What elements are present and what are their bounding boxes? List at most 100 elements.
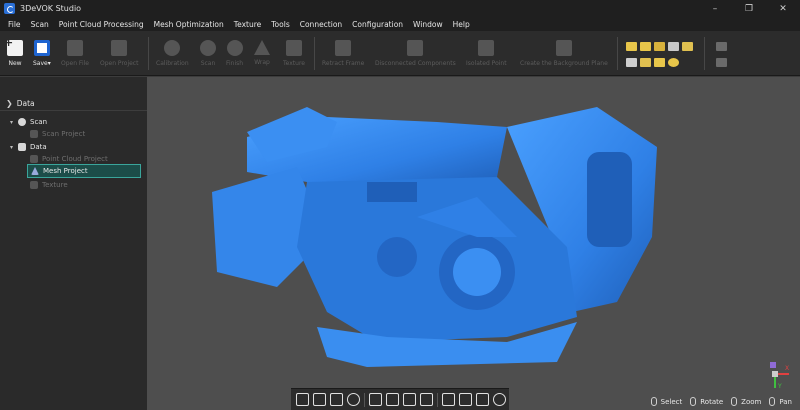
tree-item-scan[interactable]: ▾ Scan xyxy=(10,116,47,128)
menu-mesh-optimization[interactable]: Mesh Optimization xyxy=(150,20,228,29)
tree-item-mesh-project[interactable]: Mesh Project xyxy=(27,164,141,178)
toolbar-separator xyxy=(617,37,618,70)
tree-item-label: Data xyxy=(30,143,47,151)
visibility-icon[interactable] xyxy=(347,393,360,406)
tree-item-label: Scan xyxy=(30,118,48,126)
menu-file[interactable]: File xyxy=(4,20,25,29)
circle-select-icon[interactable] xyxy=(493,393,506,406)
disconnected-components-button[interactable]: Disconnected Components xyxy=(375,40,456,67)
lasso-select-icon[interactable] xyxy=(442,393,455,406)
restore-button[interactable]: ❐ xyxy=(732,0,766,17)
hint-pan: Pan xyxy=(779,397,792,406)
display-mode-8-icon[interactable] xyxy=(654,58,665,67)
tree-expand-icon[interactable]: ▾ xyxy=(10,144,18,151)
users-settings-icon[interactable] xyxy=(716,58,727,67)
display-mode-7-icon[interactable] xyxy=(640,58,651,67)
open-project-button[interactable]: Open Project xyxy=(100,40,138,67)
calibration-label: Calibration xyxy=(156,60,189,67)
minimize-button[interactable]: – xyxy=(698,0,732,17)
wrap-label: Wrap xyxy=(254,59,270,66)
scan-button[interactable]: Scan xyxy=(200,40,216,67)
invert-selection-icon[interactable] xyxy=(386,393,399,406)
new-file-icon xyxy=(4,36,23,56)
tree-item-label: Mesh Project xyxy=(43,167,88,175)
display-points-icon[interactable] xyxy=(626,42,637,51)
divider xyxy=(364,392,365,407)
tree-item-texture[interactable]: Texture xyxy=(30,179,68,191)
menu-window[interactable]: Window xyxy=(409,20,447,29)
hint-select: Select xyxy=(660,397,683,406)
menu-scan[interactable]: Scan xyxy=(27,20,53,29)
menu-help[interactable]: Help xyxy=(449,20,474,29)
menu-configuration[interactable]: Configuration xyxy=(348,20,407,29)
wrap-button[interactable]: Wrap xyxy=(254,40,270,66)
tree-item-label: Texture xyxy=(42,181,68,189)
display-solid-icon[interactable] xyxy=(654,42,665,51)
tree-item-scan-project[interactable]: Scan Project xyxy=(30,128,85,140)
3d-viewport[interactable]: X Y Select Rotate Zoom Pan xyxy=(147,77,800,410)
display-mode-6-icon[interactable] xyxy=(626,58,637,67)
tree-item-data[interactable]: ▾ Data xyxy=(10,141,47,153)
tree-expand-icon[interactable]: ▾ xyxy=(10,119,18,126)
save-button[interactable]: Save▾ xyxy=(33,40,51,67)
calibration-button[interactable]: Calibration xyxy=(156,40,189,67)
select-all-icon[interactable] xyxy=(369,393,382,406)
disconnected-components-icon xyxy=(407,40,424,56)
divider xyxy=(0,110,147,111)
texture-button[interactable]: Texture xyxy=(283,40,305,67)
finish-button[interactable]: Finish xyxy=(226,40,243,67)
isolated-point-label: Isolated Point xyxy=(466,60,507,67)
retract-frame-button[interactable]: Retract Frame xyxy=(322,40,364,67)
wrap-icon xyxy=(254,40,270,55)
play-icon xyxy=(200,40,216,56)
data-panel-title: Data xyxy=(16,99,35,108)
menu-tools[interactable]: Tools xyxy=(267,20,293,29)
mouse-wheel-icon xyxy=(731,397,738,406)
menu-texture[interactable]: Texture xyxy=(230,20,265,29)
open-file-button[interactable]: Open File xyxy=(61,40,89,67)
polygon-select-icon[interactable] xyxy=(476,393,489,406)
toolbar-separator xyxy=(704,37,705,70)
mouse-left-icon xyxy=(650,397,657,406)
chevron-down-icon: ❯ xyxy=(6,99,13,108)
new-label: New xyxy=(8,60,22,67)
display-texture-icon[interactable] xyxy=(682,42,693,51)
brush-select-icon[interactable] xyxy=(459,393,472,406)
create-background-plane-label: Create the Background Plane xyxy=(520,60,608,67)
toolbar-separator xyxy=(148,37,149,70)
calibration-icon xyxy=(164,40,181,56)
menu-connection[interactable]: Connection xyxy=(296,20,346,29)
hint-zoom: Zoom xyxy=(741,397,762,406)
display-mode-9-icon[interactable] xyxy=(668,58,679,67)
scan-label: Scan xyxy=(200,60,216,67)
focus-icon[interactable] xyxy=(313,393,326,406)
axis-y-label: Y xyxy=(777,383,782,390)
title-bar: 3DeVOK Studio – ❐ ✕ xyxy=(0,0,800,17)
display-wireframe-icon[interactable] xyxy=(640,42,651,51)
texture-icon xyxy=(30,181,38,189)
data-panel-header[interactable]: ❯ Data xyxy=(0,97,147,110)
open-file-label: Open File xyxy=(61,60,89,67)
delete-icon[interactable] xyxy=(420,393,433,406)
open-project-label: Open Project xyxy=(100,60,139,67)
create-background-plane-button[interactable]: Create the Background Plane xyxy=(520,40,608,67)
isolated-point-icon xyxy=(478,40,495,56)
point-cloud-icon xyxy=(30,155,38,163)
background-plane-icon xyxy=(555,40,572,56)
menu-point-cloud-processing[interactable]: Point Cloud Processing xyxy=(55,20,148,29)
tree-item-label: Scan Project xyxy=(42,130,86,138)
fit-view-icon[interactable] xyxy=(296,393,309,406)
data-panel: ❯ Data ▾ Scan Scan Project ▾ Data Point … xyxy=(0,77,147,410)
new-button[interactable]: New xyxy=(4,36,23,67)
users-icon[interactable] xyxy=(716,42,727,51)
close-button[interactable]: ✕ xyxy=(766,0,800,17)
isolated-point-button[interactable]: Isolated Point xyxy=(466,40,507,67)
view-cube-icon[interactable] xyxy=(330,393,343,406)
window-controls: – ❐ ✕ xyxy=(698,0,800,17)
clear-selection-icon[interactable] xyxy=(403,393,416,406)
mouse-hint-bar: Select Rotate Zoom Pan xyxy=(650,397,796,406)
stop-icon xyxy=(226,40,243,56)
divider xyxy=(437,392,438,407)
hint-rotate: Rotate xyxy=(700,397,724,406)
display-shaded-icon[interactable] xyxy=(668,42,679,51)
